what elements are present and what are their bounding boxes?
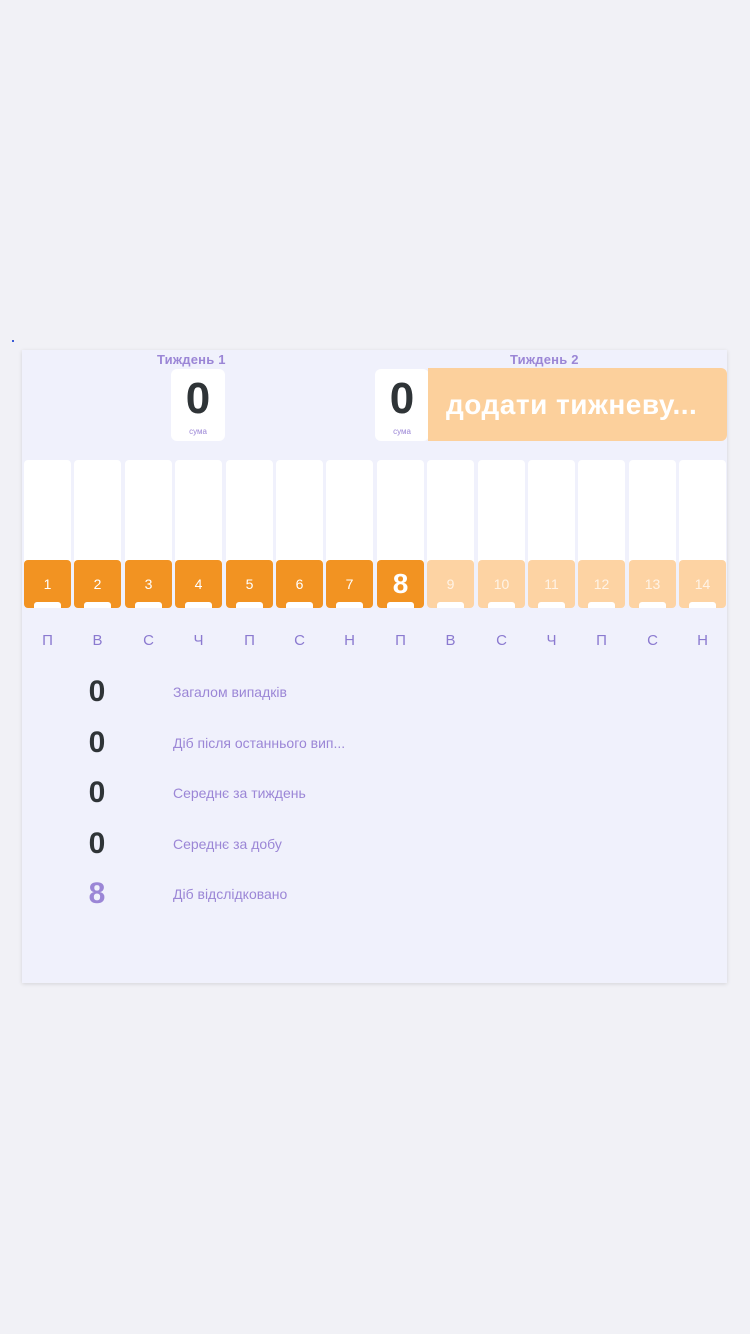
day-number-tab[interactable]: 6: [276, 560, 323, 608]
day-column[interactable]: 8: [377, 460, 424, 608]
day-column[interactable]: 5: [226, 460, 273, 608]
stat-value: 8: [88, 877, 106, 910]
week-1-sum-caption: сума: [189, 427, 207, 436]
week-2-title: Тиждень 2: [510, 352, 579, 367]
day-column[interactable]: 2: [74, 460, 121, 608]
day-number-tab[interactable]: 3: [125, 560, 172, 608]
stat-row: 0 Середнє за добу: [22, 824, 727, 864]
day-number-tab[interactable]: 14: [679, 560, 726, 608]
day-slot[interactable]: [24, 460, 71, 564]
day-slot[interactable]: [74, 460, 121, 564]
day-tab-notch: [387, 602, 414, 608]
week-1-sum-value: 0: [185, 374, 211, 423]
day-tab-notch: [639, 602, 666, 608]
day-tab-notch: [84, 602, 111, 608]
day-column[interactable]: 4: [175, 460, 222, 608]
stray-dot: [12, 340, 14, 342]
day-slot[interactable]: [326, 460, 373, 564]
stat-value: 0: [88, 826, 106, 860]
day-tab-notch: [236, 602, 263, 608]
day-tab-notch: [286, 602, 313, 608]
day-number-tab[interactable]: 2: [74, 560, 121, 608]
weekday-label: Н: [344, 632, 355, 649]
weekday-label: В: [92, 632, 103, 649]
day-number-tab[interactable]: 8: [377, 560, 424, 608]
week-2-sum: 0 сума: [375, 369, 429, 441]
day-column[interactable]: 11: [528, 460, 575, 608]
week-1-sum: 0 сума: [171, 369, 225, 441]
weekday-label: П: [244, 632, 255, 649]
day-tab-notch: [336, 602, 363, 608]
day-slot[interactable]: [427, 460, 474, 564]
tracker-card: Тиждень 1 Тиждень 2 0 сума 0 сума додати…: [22, 350, 727, 983]
day-tab-notch: [34, 602, 61, 608]
stat-label: Середнє за тиждень: [173, 785, 306, 801]
stat-row: 0 Загалом випадків: [22, 672, 727, 712]
day-slot[interactable]: [679, 460, 726, 564]
weekday-row: ПВСЧПСНПВСЧПСН: [22, 632, 727, 652]
day-number-tab[interactable]: 13: [629, 560, 676, 608]
day-strip: 1 2 3 4 5 6 7 8 9 10 11 12 13 14: [22, 460, 727, 610]
stat-row: 8 Діб відслідковано: [22, 874, 727, 914]
week-1-title: Тиждень 1: [157, 352, 226, 367]
day-slot[interactable]: [528, 460, 575, 564]
day-column[interactable]: 9: [427, 460, 474, 608]
stat-value: 0: [88, 675, 106, 708]
stat-label: Середнє за добу: [173, 835, 282, 852]
weekday-label: С: [647, 632, 658, 649]
day-column[interactable]: 7: [326, 460, 373, 608]
day-number-tab[interactable]: 4: [175, 560, 222, 608]
weekday-label: Ч: [193, 632, 204, 649]
day-number-tab[interactable]: 5: [226, 560, 273, 608]
weekday-label: С: [143, 632, 154, 649]
weekday-label: С: [294, 632, 305, 649]
day-number-tab[interactable]: 1: [24, 560, 71, 608]
day-slot[interactable]: [276, 460, 323, 564]
week-2-sum-caption: сума: [393, 427, 411, 436]
week-2-sum-value: 0: [389, 374, 415, 423]
day-tab-notch: [588, 602, 615, 608]
weekday-label: Ч: [546, 632, 557, 649]
weekday-label: Н: [697, 632, 708, 649]
weekday-label: П: [42, 632, 53, 649]
day-slot[interactable]: [478, 460, 525, 564]
day-slot[interactable]: [226, 460, 273, 564]
day-column[interactable]: 13: [629, 460, 676, 608]
stat-label: Діб після останнього вип...: [173, 734, 346, 751]
day-slot[interactable]: [175, 460, 222, 564]
day-slot[interactable]: [125, 460, 172, 564]
weekday-label: С: [496, 632, 507, 649]
day-column[interactable]: 1: [24, 460, 71, 608]
weekday-label: В: [445, 632, 456, 649]
day-column[interactable]: 14: [679, 460, 726, 608]
day-tab-notch: [135, 602, 162, 608]
stat-row: 0 Середнє за тиждень: [22, 773, 727, 813]
day-column[interactable]: 6: [276, 460, 323, 608]
day-tab-notch: [689, 602, 716, 608]
stat-value: 0: [88, 725, 106, 759]
day-column[interactable]: 10: [478, 460, 525, 608]
day-tab-notch: [538, 602, 565, 608]
day-number-tab[interactable]: 9: [427, 560, 474, 608]
day-number-tab[interactable]: 10: [478, 560, 525, 608]
day-tab-notch: [488, 602, 515, 608]
stat-row: 0 Діб після останнього вип...: [22, 723, 727, 763]
weekday-label: П: [596, 632, 607, 649]
weekday-label: П: [395, 632, 406, 649]
stat-label: Діб відслідковано: [173, 886, 288, 902]
day-column[interactable]: 12: [578, 460, 625, 608]
day-column[interactable]: 3: [125, 460, 172, 608]
stat-label: Загалом випадків: [173, 684, 287, 700]
day-slot[interactable]: [578, 460, 625, 564]
add-weekly-button[interactable]: додати тижневу...: [428, 368, 727, 441]
day-slot[interactable]: [377, 460, 424, 564]
day-number-tab[interactable]: 11: [528, 560, 575, 608]
day-tab-notch: [185, 602, 212, 608]
day-slot[interactable]: [629, 460, 676, 564]
day-number-tab[interactable]: 7: [326, 560, 373, 608]
day-number-tab[interactable]: 12: [578, 560, 625, 608]
day-tab-notch: [437, 602, 464, 608]
stat-value: 0: [88, 776, 106, 809]
